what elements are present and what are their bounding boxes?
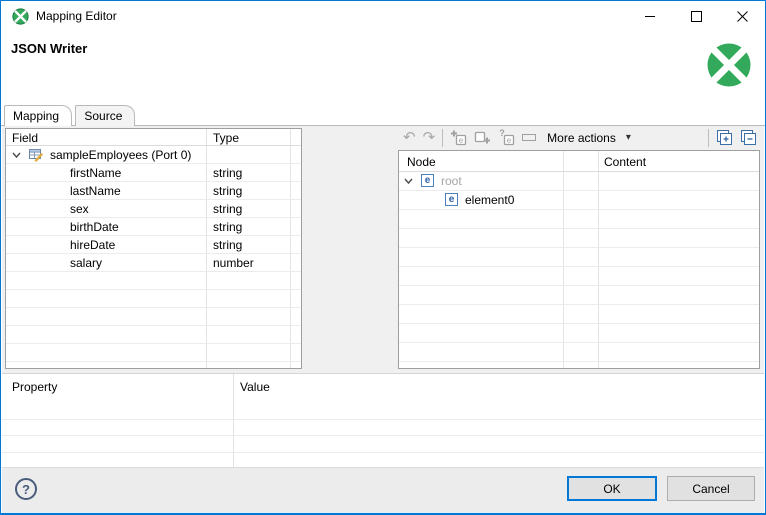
field-type: string — [213, 220, 243, 234]
field-name: hireDate — [70, 238, 116, 252]
field-column-header[interactable]: Field — [12, 131, 38, 145]
node-label: root — [441, 174, 462, 188]
field-type: string — [213, 166, 243, 180]
field-table-header: Field Type — [6, 129, 301, 146]
maximize-icon — [690, 10, 702, 22]
field-type: string — [213, 184, 243, 198]
empty-row — [399, 324, 759, 343]
collapse-all-icon[interactable] — [740, 129, 757, 146]
page-title: JSON Writer — [11, 41, 88, 56]
empty-row — [399, 343, 759, 362]
empty-row — [399, 362, 759, 368]
svg-text:e: e — [459, 136, 464, 145]
window-title: Mapping Editor — [36, 9, 117, 23]
tree-row-port0[interactable]: sampleEmployees (Port 0) — [6, 146, 301, 164]
empty-row — [6, 272, 301, 290]
property-table: Property Value — [2, 373, 764, 468]
chevron-down-icon[interactable] — [404, 177, 413, 185]
dash-icon[interactable] — [522, 133, 537, 142]
ok-button[interactable]: OK — [567, 476, 657, 501]
field-name: lastName — [70, 184, 121, 198]
field-name: sex — [70, 202, 89, 216]
empty-row — [399, 305, 759, 324]
add-element-icon[interactable] — [474, 129, 491, 146]
element-icon: e — [445, 193, 458, 206]
tree-item-label: sampleEmployees (Port 0) — [50, 148, 192, 162]
undo-icon[interactable]: ↶ — [403, 130, 416, 145]
redo-icon[interactable]: ↷ — [423, 130, 436, 145]
field-type: string — [213, 238, 243, 252]
node-column-header[interactable]: Node — [407, 155, 436, 169]
empty-row — [399, 229, 759, 248]
empty-row — [6, 326, 301, 344]
empty-row — [399, 210, 759, 229]
toolbar-separator — [708, 128, 709, 147]
cloverdx-logo — [707, 43, 751, 87]
tree-row-element0[interactable]: e element0 — [399, 191, 759, 210]
dialog-footer: ? OK Cancel — [2, 467, 764, 513]
tab-mapping-label: Mapping — [13, 109, 60, 123]
toolbar-separator — [442, 128, 444, 147]
row-divider — [2, 452, 764, 453]
minimize-button[interactable] — [627, 1, 673, 31]
field-name: salary — [70, 256, 103, 270]
empty-row — [6, 308, 301, 326]
close-button[interactable] — [719, 1, 765, 31]
mapping-toolbar: ↶ ↷ e ? e More actions ▾ — [398, 126, 760, 149]
empty-row — [6, 290, 301, 308]
mapping-tab-content: Field Type sampleEmployees (Port 0) firs… — [2, 126, 764, 468]
chevron-down-icon[interactable] — [12, 151, 21, 159]
window-controls — [627, 1, 765, 31]
content-column-header[interactable]: Content — [604, 155, 646, 169]
empty-row — [6, 362, 301, 368]
tab-mapping[interactable]: Mapping — [4, 105, 73, 126]
element-icon: e — [421, 174, 434, 187]
field-row[interactable]: salary number — [6, 254, 301, 272]
node-table-header: Node Content — [399, 151, 759, 172]
row-divider — [2, 419, 764, 420]
node-table: Node Content e root e element0 — [398, 150, 760, 369]
field-name: firstName — [70, 166, 122, 180]
maximize-button[interactable] — [673, 1, 719, 31]
help-button[interactable]: ? — [15, 478, 37, 500]
property-table-column-divider — [233, 374, 234, 468]
help-icon: ? — [22, 481, 30, 497]
row-divider — [2, 435, 764, 436]
tab-bar: Mapping Source — [1, 105, 765, 126]
titlebar[interactable]: Mapping Editor — [1, 1, 765, 32]
field-row[interactable]: hireDate string — [6, 236, 301, 254]
field-type: number — [213, 256, 254, 270]
expand-all-icon[interactable] — [716, 129, 733, 146]
dropdown-arrow-icon: ▾ — [625, 132, 631, 143]
empty-row — [399, 267, 759, 286]
value-column-header[interactable]: Value — [240, 380, 270, 394]
clover-app-icon — [12, 8, 29, 25]
record-metadata-icon — [29, 149, 43, 162]
field-type: string — [213, 202, 243, 216]
field-row[interactable]: lastName string — [6, 182, 301, 200]
add-child-element-icon[interactable]: e — [450, 129, 467, 146]
field-row[interactable]: birthDate string — [6, 218, 301, 236]
field-table: Field Type sampleEmployees (Port 0) firs… — [5, 128, 302, 369]
field-name: birthDate — [70, 220, 119, 234]
type-column-header[interactable]: Type — [213, 131, 239, 145]
mapping-editor-dialog: Mapping Editor JSON Writer Mapping Sourc… — [0, 0, 766, 515]
svg-text:e: e — [507, 136, 512, 145]
cancel-button[interactable]: Cancel — [667, 476, 755, 501]
node-label: element0 — [465, 193, 515, 207]
empty-row — [399, 248, 759, 267]
tab-source[interactable]: Source — [75, 105, 136, 126]
empty-row — [6, 344, 301, 362]
empty-row — [399, 286, 759, 305]
add-wildcard-element-icon[interactable]: ? e — [498, 129, 515, 146]
close-icon — [736, 10, 748, 22]
more-actions-label: More actions — [547, 130, 616, 145]
property-column-header[interactable]: Property — [12, 380, 57, 394]
tab-source-label: Source — [84, 109, 123, 123]
more-actions-button[interactable]: More actions ▾ — [543, 129, 635, 147]
tree-row-root[interactable]: e root — [399, 172, 759, 191]
minimize-icon — [644, 15, 655, 17]
field-row[interactable]: sex string — [6, 200, 301, 218]
field-row[interactable]: firstName string — [6, 164, 301, 182]
